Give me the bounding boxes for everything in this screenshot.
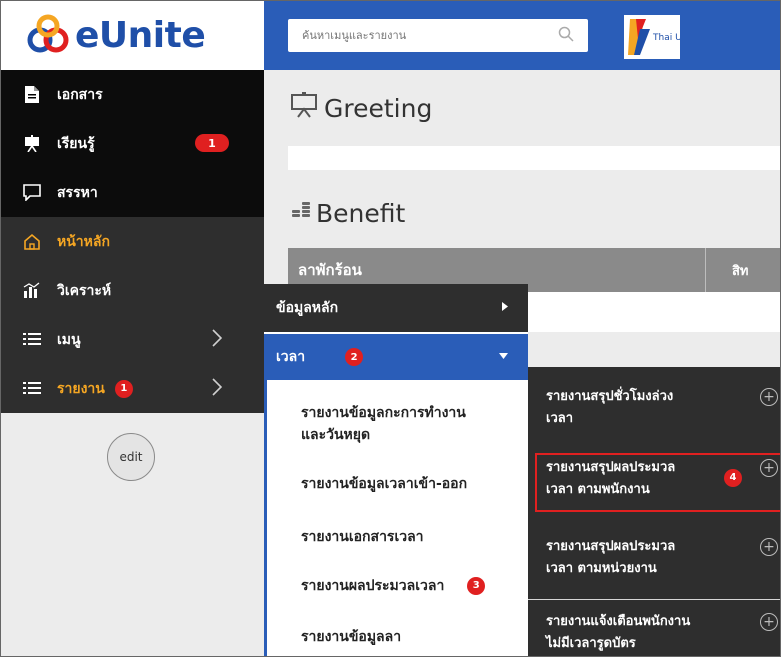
submenu-item-clock-in-out[interactable]: รายงานข้อมูลเวลาเข้า-ออก xyxy=(267,473,467,495)
report-item-label: เวลา ตามหน่วยงาน xyxy=(546,561,657,576)
flyout-item-label: เวลา xyxy=(276,349,306,365)
presentation-board-icon xyxy=(290,92,318,124)
add-circle-icon[interactable]: + xyxy=(760,538,778,556)
app-window: eUnite เอกสาร เรียนรู้ 1 สรรหา หน้าหลัก … xyxy=(0,0,781,657)
edit-button[interactable]: edit xyxy=(107,433,155,481)
eunite-logo-icon xyxy=(27,14,69,52)
flyout-item-time[interactable]: เวลา 2 xyxy=(264,332,528,380)
sidebar-item-label: เมนู xyxy=(57,331,81,348)
search-icon[interactable] xyxy=(558,26,574,42)
submenu-item-shift-holiday[interactable]: รายงานข้อมูลกะการทำงาน และวันหยุด xyxy=(267,402,466,446)
sidebar-item-home[interactable]: หน้าหลัก xyxy=(1,217,264,266)
greeting-panel xyxy=(288,146,780,170)
report-item-overtime-summary[interactable]: รายงานสรุปชั่วโมงล่วง เวลา + xyxy=(528,386,780,430)
search-box[interactable] xyxy=(288,19,588,52)
step-badge: 1 xyxy=(114,379,133,398)
submenu-item-label: รายงานผลประมวลเวลา xyxy=(301,578,445,594)
presentation-board-icon xyxy=(21,134,43,154)
sidebar-item-label: เรียนรู้ xyxy=(57,135,95,152)
thai-union-logo: Thai Union xyxy=(624,15,701,59)
submenu-item-time-processing[interactable]: รายงานผลประมวลเวลา 3 xyxy=(267,575,486,597)
sidebar-item-recruit[interactable]: สรรหา xyxy=(1,168,264,217)
bar-chart-icon xyxy=(21,281,43,301)
report-item-label: รายงานสรุปชั่วโมงล่วง xyxy=(546,389,674,404)
report-item-missing-swipe-alert[interactable]: รายงานแจ้งเตือนพนักงาน ไม่มีเวลารูดบัตร … xyxy=(528,611,780,655)
step-badge: 2 xyxy=(345,348,364,366)
sidebar-item-label: เอกสาร xyxy=(57,86,103,103)
greeting-title: Greeting xyxy=(324,93,433,123)
submenu-item-label: รายงานเอกสารเวลา xyxy=(301,529,424,545)
submenu-item-label: รายงานข้อมูลเวลาเข้า-ออก xyxy=(301,476,468,492)
submenu-item-leave-data[interactable]: รายงานข้อมูลลา xyxy=(267,626,401,648)
report-item-label: รายงานสรุปผลประมวล xyxy=(546,539,676,554)
search-input[interactable] xyxy=(302,29,552,42)
report-item-summary-by-unit[interactable]: รายงานสรุปผลประมวล เวลา ตามหน่วยงาน + xyxy=(528,536,780,580)
submenu-item-time-documents[interactable]: รายงานเอกสารเวลา xyxy=(267,526,424,548)
list-icon xyxy=(21,379,43,399)
caret-down-icon xyxy=(499,352,508,362)
report-item-label: เวลา xyxy=(546,411,574,426)
document-icon xyxy=(21,85,43,105)
report-item-label: ไม่มีเวลารูดบัตร xyxy=(546,636,636,651)
reports-flyout: ข้อมูลหลัก เวลา 2 รายงานข้อมูลกะการทำงาน… xyxy=(264,284,528,656)
report-item-label: รายงานแจ้งเตือนพนักงาน xyxy=(546,614,691,629)
partner-logo-text: Thai Union xyxy=(652,33,680,43)
chevron-right-icon xyxy=(212,378,223,400)
home-icon xyxy=(21,232,43,252)
time-submenu: รายงานข้อมูลกะการทำงาน และวันหยุด รายงาน… xyxy=(264,380,528,656)
thai-union-logo-icon: Thai Union xyxy=(628,19,701,55)
coins-icon xyxy=(290,198,316,228)
sidebar-item-analytics[interactable]: วิเคราะห์ xyxy=(1,266,264,315)
greeting-heading: Greeting xyxy=(290,92,432,124)
notification-badge: 1 xyxy=(195,134,229,152)
logo-text: eUnite xyxy=(75,15,206,56)
sidebar-item-label: สรรหา xyxy=(57,184,98,201)
flyout-item-label: ข้อมูลหลัก xyxy=(276,300,339,316)
flyout-item-master-data[interactable]: ข้อมูลหลัก xyxy=(264,284,528,332)
sidebar-item-label: หน้าหลัก xyxy=(57,233,110,250)
submenu-item-label: และวันหยุด xyxy=(301,427,371,443)
sidebar: eUnite เอกสาร เรียนรู้ 1 สรรหา หน้าหลัก … xyxy=(1,1,264,656)
add-circle-icon[interactable]: + xyxy=(760,613,778,631)
step-badge: 3 xyxy=(467,577,486,595)
benefit-heading: Benefit xyxy=(290,198,405,228)
sidebar-item-documents[interactable]: เอกสาร xyxy=(1,70,264,119)
sidebar-item-menu[interactable]: เมนู xyxy=(1,315,264,364)
sidebar-item-label: รายงาน xyxy=(57,380,105,397)
benefit-title: Benefit xyxy=(316,198,406,228)
app-logo[interactable]: eUnite xyxy=(1,1,264,70)
time-processing-flyout: รายงานสรุปชั่วโมงล่วง เวลา + รายงานสรุปผ… xyxy=(528,367,780,656)
top-bar: Thai Union xyxy=(264,1,780,70)
chevron-right-icon xyxy=(212,329,223,351)
sidebar-item-reports[interactable]: รายงาน 1 xyxy=(1,364,264,413)
submenu-item-label: รายงานข้อมูลกะการทำงาน xyxy=(301,405,466,421)
add-circle-icon[interactable]: + xyxy=(760,388,778,406)
list-icon xyxy=(21,330,43,350)
sidebar-item-label: วิเคราะห์ xyxy=(57,282,112,299)
speech-bubble-icon xyxy=(21,183,43,203)
divider xyxy=(528,599,780,600)
sidebar-nav: เอกสาร เรียนรู้ 1 สรรหา หน้าหลัก วิเคราะ… xyxy=(1,70,264,413)
benefit-column-entitlement: สิท xyxy=(732,263,749,279)
submenu-item-label: รายงานข้อมูลลา xyxy=(301,629,402,645)
sidebar-item-learning[interactable]: เรียนรู้ 1 xyxy=(1,119,264,168)
highlight-annotation xyxy=(535,453,780,512)
caret-right-icon xyxy=(502,302,508,314)
